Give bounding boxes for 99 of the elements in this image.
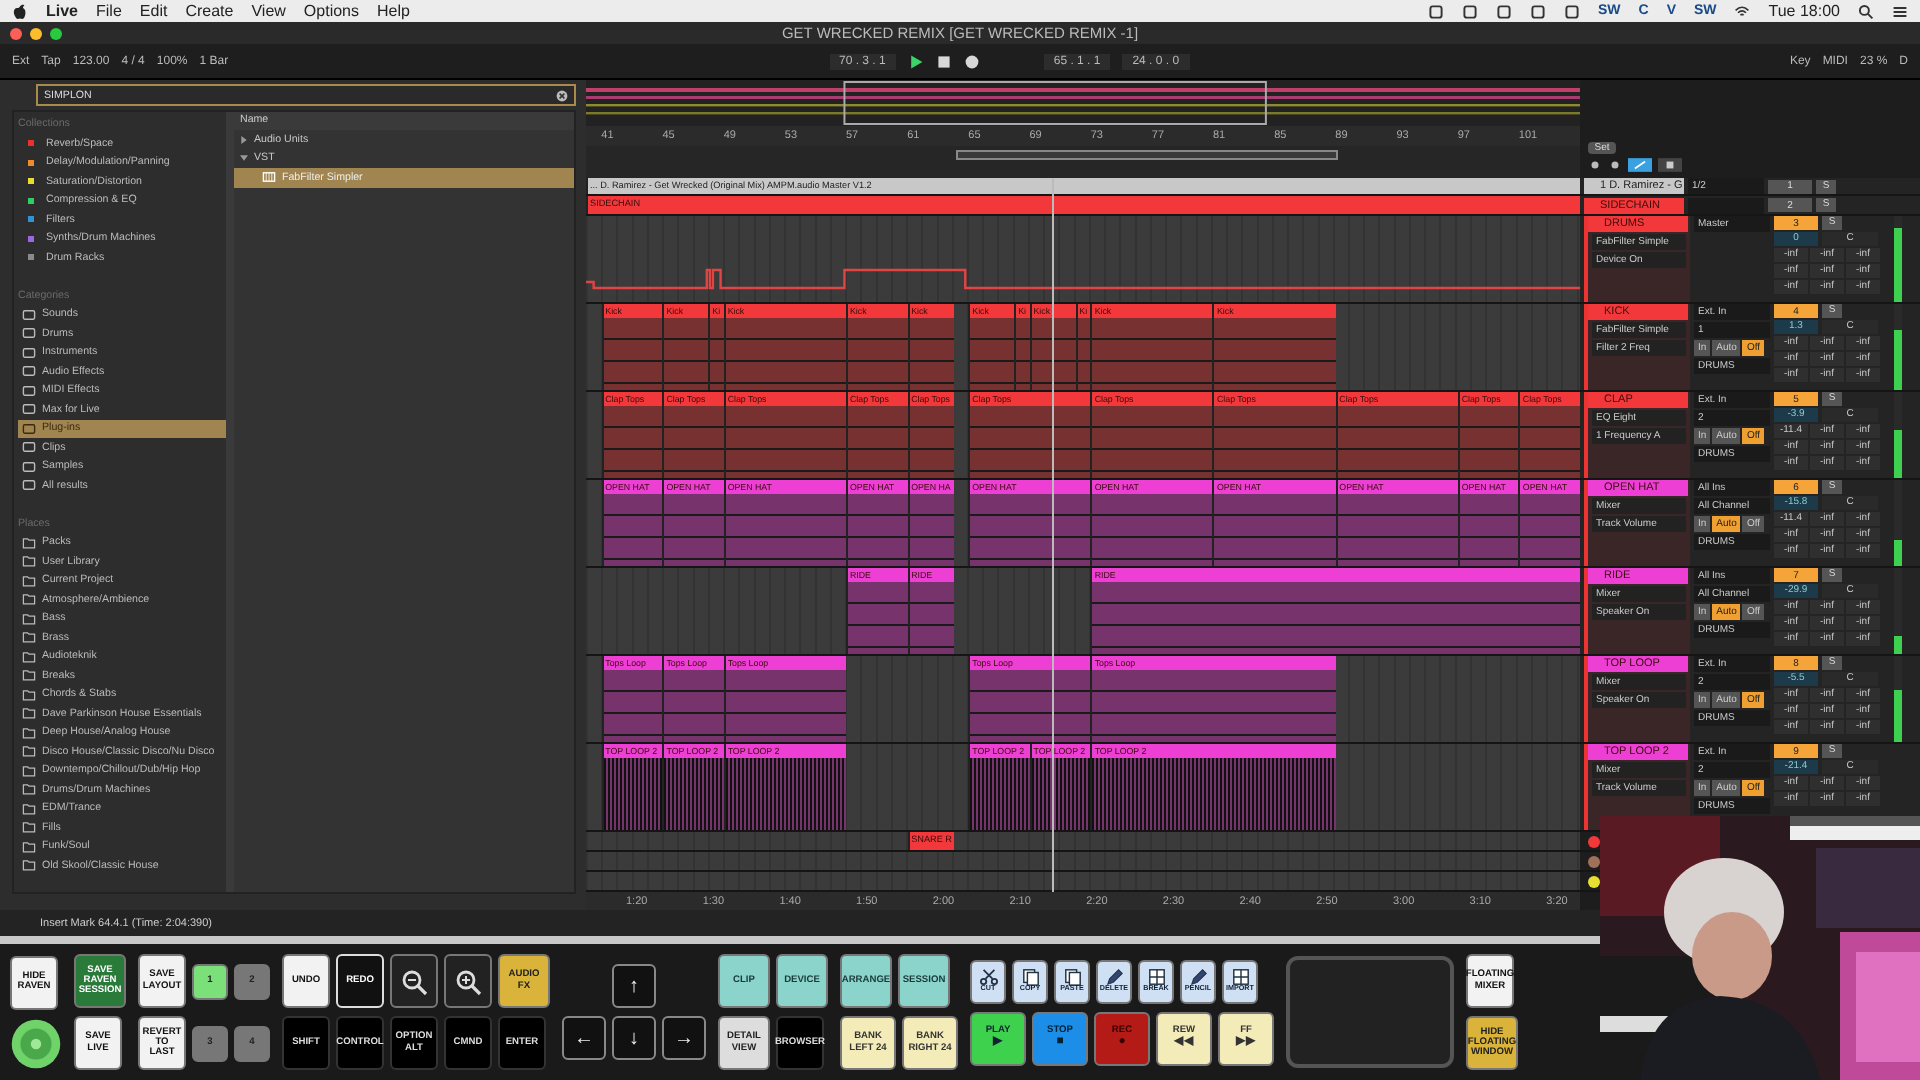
clip-body[interactable] — [725, 670, 846, 742]
clip-body[interactable] — [1214, 494, 1336, 566]
clip-body[interactable] — [1520, 494, 1580, 566]
menu-item[interactable]: Create — [185, 2, 234, 20]
controller-button[interactable]: ↓ — [612, 1016, 656, 1060]
stop-button[interactable] — [935, 53, 952, 69]
clip-body[interactable] — [970, 670, 1091, 742]
clip-body[interactable] — [664, 318, 709, 390]
overview-drawing[interactable] — [586, 80, 1580, 126]
clip-body[interactable] — [725, 758, 846, 830]
zoom-button[interactable] — [390, 954, 438, 1008]
menu-item[interactable]: Help — [377, 2, 410, 20]
clip-body[interactable] — [1214, 318, 1336, 390]
clip-launch-button[interactable] — [1588, 875, 1600, 887]
controller-button[interactable]: → — [662, 1016, 706, 1060]
clip-body[interactable] — [725, 318, 846, 390]
dot-icon[interactable] — [1608, 158, 1622, 172]
clip-body[interactable] — [1092, 494, 1213, 566]
zoom-button[interactable] — [50, 27, 62, 39]
clip-body[interactable] — [1031, 318, 1076, 390]
clip-body[interactable] — [664, 670, 724, 742]
clip-body[interactable] — [1092, 758, 1336, 830]
clip-body[interactable] — [710, 318, 724, 390]
clip-body[interactable] — [909, 494, 953, 566]
clip-body[interactable] — [1459, 494, 1519, 566]
clip-body[interactable] — [725, 406, 846, 478]
track-lane[interactable] — [586, 852, 1580, 870]
clip-body[interactable] — [970, 758, 1030, 830]
clip-body[interactable] — [603, 670, 663, 742]
clip-body[interactable] — [1092, 406, 1213, 478]
controller-button[interactable]: ← — [562, 1016, 606, 1060]
grid-icon — [1145, 968, 1167, 987]
clip-body[interactable] — [1031, 758, 1091, 830]
clip-body[interactable] — [970, 494, 1091, 566]
clip-body[interactable] — [909, 406, 953, 478]
pages-icon — [1019, 968, 1041, 987]
clip-launch-button[interactable] — [1588, 835, 1600, 847]
menu-item[interactable]: Options — [303, 2, 359, 20]
clip-body[interactable] — [970, 406, 1091, 478]
minimize-button[interactable] — [30, 27, 42, 39]
clip-body[interactable] — [847, 318, 908, 390]
clip-body[interactable] — [603, 494, 663, 566]
track-lane[interactable] — [586, 872, 1580, 890]
clip-body[interactable] — [1092, 582, 1580, 654]
disclosure-triangle-icon[interactable] — [240, 154, 248, 163]
clip-body[interactable] — [1337, 406, 1458, 478]
pencil-icon — [1187, 968, 1209, 987]
touchpad[interactable] — [1286, 956, 1454, 1068]
grid-icon — [1229, 968, 1251, 987]
clip-body[interactable] — [1520, 406, 1580, 478]
plugin-icon — [262, 170, 276, 185]
search-icon[interactable] — [1858, 3, 1874, 19]
clock[interactable]: Tue 18:00 — [1768, 2, 1840, 20]
input-select[interactable] — [1688, 197, 1764, 213]
clip-body[interactable] — [1214, 406, 1336, 478]
clip-body[interactable] — [909, 318, 953, 390]
clear-icon[interactable] — [556, 89, 568, 101]
clip-body[interactable] — [664, 406, 724, 478]
clip-body[interactable] — [725, 494, 846, 566]
mixer-toggle[interactable] — [1658, 158, 1682, 172]
clip-body[interactable] — [970, 318, 1015, 390]
clip-body[interactable] — [1077, 318, 1091, 390]
wifi-icon[interactable] — [1734, 3, 1751, 19]
automation-toggle[interactable] — [1628, 158, 1652, 172]
zoom-button[interactable] — [444, 954, 492, 1008]
clip-launch-button[interactable] — [1588, 855, 1600, 867]
loop-brace[interactable] — [956, 150, 1339, 160]
app-menu[interactable]: Live — [46, 2, 79, 20]
clip-body[interactable] — [1092, 670, 1336, 742]
record-button[interactable] — [963, 53, 980, 69]
play-button[interactable] — [907, 53, 924, 69]
scissors-icon — [977, 968, 999, 987]
pencil-icon — [1103, 968, 1125, 987]
knob[interactable] — [10, 1017, 62, 1069]
menu-icon[interactable] — [1892, 3, 1908, 19]
clip-body[interactable] — [847, 494, 908, 566]
clip-body[interactable] — [909, 582, 953, 654]
controller-button[interactable]: ↑ — [612, 964, 656, 1008]
pages-icon — [1061, 968, 1083, 987]
menu-item[interactable]: Edit — [139, 2, 168, 20]
magnifier-plus-icon — [454, 967, 482, 995]
clip-body[interactable] — [664, 758, 724, 830]
clip-body[interactable] — [1092, 318, 1213, 390]
clip-body[interactable] — [664, 494, 724, 566]
menu-item[interactable]: View — [251, 2, 286, 20]
clip-body[interactable] — [1337, 494, 1458, 566]
disclosure-triangle-icon[interactable] — [240, 135, 248, 144]
menu-item[interactable]: File — [96, 2, 122, 20]
close-button[interactable] — [10, 27, 22, 39]
clip-body[interactable] — [847, 406, 908, 478]
clip-body[interactable] — [603, 758, 663, 830]
magnifier-minus-icon — [400, 967, 428, 995]
apple-icon[interactable] — [12, 2, 28, 20]
clip-body[interactable] — [603, 318, 663, 390]
clip-body[interactable] — [1016, 318, 1030, 390]
clip-body[interactable] — [603, 406, 663, 478]
clip-body[interactable] — [847, 582, 908, 654]
dot-icon[interactable] — [1588, 158, 1602, 172]
clip-body[interactable] — [1459, 406, 1519, 478]
